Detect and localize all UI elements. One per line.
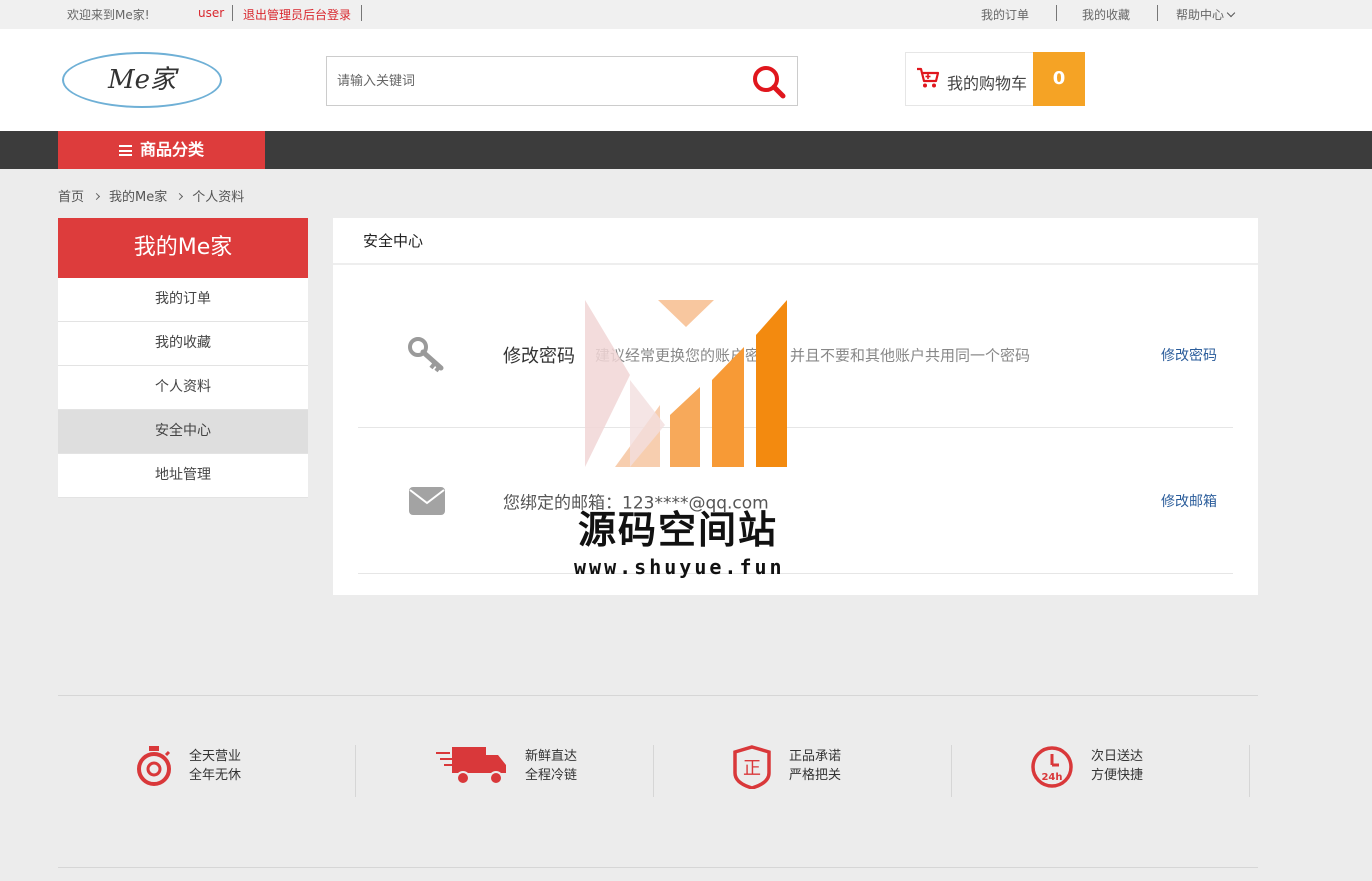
feature-line1: 正品承诺	[789, 749, 842, 764]
site-header: Me家 我的购物车 0	[0, 29, 1372, 131]
feature-line2: 方便快捷	[1091, 768, 1144, 783]
sidebar-item-security[interactable]: 安全中心	[58, 410, 308, 454]
site-logo[interactable]: Me家	[62, 52, 222, 108]
footer-divider-bottom	[58, 867, 1258, 868]
svg-text:正: 正	[743, 758, 761, 779]
feature-next-day: 24h 次日送达方便快捷	[952, 745, 1250, 797]
cart-icon	[917, 67, 940, 88]
feature-line2: 严格把关	[789, 768, 842, 783]
change-email-link[interactable]: 修改邮箱	[1161, 491, 1217, 511]
change-password-link[interactable]: 修改密码	[1161, 345, 1217, 365]
help-center-label: 帮助中心	[1176, 8, 1225, 22]
feature-line2: 全年无休	[189, 768, 242, 783]
search-icon[interactable]	[751, 64, 787, 100]
top-bar: 欢迎来到Me家! user 退出管理员后台登录 我的订单 我的收藏 帮助中心	[0, 0, 1372, 29]
panel-title: 安全中心	[333, 218, 1258, 265]
breadcrumb-my-mejia[interactable]: 我的Me家	[109, 190, 167, 205]
breadcrumb: 首页 我的Me家 个人资料	[58, 186, 250, 205]
divider	[232, 5, 233, 21]
divider	[361, 5, 362, 21]
feature-authentic: 正 正品承诺严格把关	[654, 745, 952, 797]
cart-label: 我的购物车	[947, 74, 1028, 93]
welcome-text: 欢迎来到Me家!	[67, 8, 150, 22]
search-input[interactable]	[337, 70, 737, 92]
product-categories-button[interactable]: 商品分类	[58, 131, 265, 169]
breadcrumb-profile[interactable]: 个人资料	[192, 190, 244, 205]
feature-24-7: 全天营业 全年无休	[58, 745, 356, 797]
help-center-dropdown[interactable]: 帮助中心	[1176, 6, 1236, 23]
sidebar-item-profile[interactable]: 个人资料	[58, 366, 308, 410]
top-my-favorites-link[interactable]: 我的收藏	[1082, 6, 1130, 23]
watermark: 源码空间站 www.shuyue.fun	[570, 295, 810, 585]
service-features: 全天营业全年无休 新鲜直达全程冷链 正 正品承诺严格把关 24h 次日送达方便快…	[58, 745, 1258, 797]
watermark-logo	[585, 300, 787, 467]
feature-line1: 新鲜直达	[525, 749, 578, 764]
feature-line1: 次日送达	[1091, 749, 1144, 764]
feature-line2: 全程冷链	[525, 768, 578, 783]
menu-icon	[118, 145, 132, 156]
sidebar-item-addresses[interactable]: 地址管理	[58, 454, 308, 498]
key-icon	[408, 337, 444, 373]
watermark-url: www.shuyue.fun	[574, 555, 785, 579]
delivery-truck-icon	[436, 747, 506, 785]
footer-divider	[58, 695, 1258, 696]
clock-24h-icon: 24h	[1031, 746, 1073, 788]
sidebar-item-favorites[interactable]: 我的收藏	[58, 322, 308, 366]
change-password-title: 修改密码	[503, 346, 575, 367]
watermark-title: 源码空间站	[578, 508, 779, 552]
main-nav-bar: 商品分类	[0, 131, 1372, 169]
divider	[1157, 5, 1158, 21]
sidebar-title: 我的Me家	[58, 218, 308, 278]
shopping-cart-button[interactable]: 我的购物车 0	[905, 52, 1085, 106]
account-sidebar: 我的Me家 我的订单 我的收藏 个人资料 安全中心 地址管理	[58, 218, 308, 498]
chevron-right-icon	[176, 192, 184, 201]
chevron-right-icon	[92, 192, 101, 201]
username-link[interactable]: user	[198, 6, 224, 20]
logout-admin-link[interactable]: 退出管理员后台登录	[243, 6, 351, 23]
divider	[1056, 5, 1057, 21]
feature-line1: 全天营业	[189, 749, 242, 764]
chevron-down-icon	[1226, 8, 1236, 18]
categories-label: 商品分类	[139, 140, 204, 159]
cart-count-badge: 0	[1033, 52, 1085, 106]
envelope-icon	[409, 487, 445, 515]
svg-text:24h: 24h	[1041, 772, 1062, 783]
feature-fresh-delivery: 新鲜直达 全程冷链	[356, 745, 654, 797]
stopwatch-icon	[137, 746, 171, 786]
sidebar-item-orders[interactable]: 我的订单	[58, 278, 308, 322]
top-my-orders-link[interactable]: 我的订单	[981, 6, 1029, 23]
authentic-badge-icon: 正	[733, 745, 771, 789]
logo-text: Me家	[107, 65, 176, 95]
search-box	[326, 56, 798, 106]
breadcrumb-home[interactable]: 首页	[58, 190, 84, 205]
